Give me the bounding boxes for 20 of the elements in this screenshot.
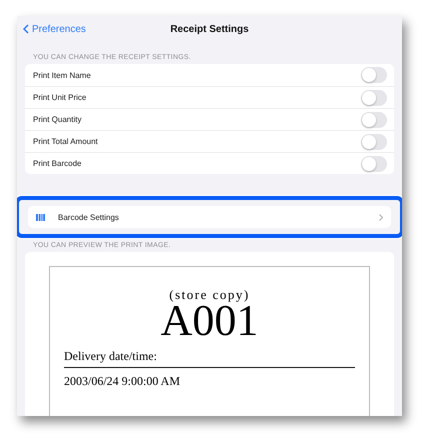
toggle-switch[interactable] bbox=[361, 67, 387, 83]
chevron-left-icon bbox=[23, 24, 29, 34]
field-value: 2003/06/24 9:00:00 AM bbox=[64, 374, 182, 389]
copy-label: (store copy) bbox=[168, 289, 251, 301]
chevron-right-icon bbox=[379, 214, 383, 220]
toggle-switch[interactable] bbox=[361, 112, 387, 128]
setting-label: Print Item Name bbox=[33, 70, 91, 80]
setting-label: Print Quantity bbox=[33, 115, 82, 124]
toggle-switch[interactable] bbox=[361, 156, 387, 172]
toggle-switch[interactable] bbox=[361, 90, 387, 106]
setting-label: Print Barcode bbox=[33, 159, 82, 168]
receipt-number: A001 bbox=[160, 301, 260, 341]
field-label: Delivery date/time: bbox=[64, 349, 355, 368]
setting-label: Print Total Amount bbox=[33, 137, 98, 146]
setting-label: Print Unit Price bbox=[33, 93, 86, 102]
back-link[interactable]: Preferences bbox=[23, 24, 86, 34]
screen-title: Receipt Settings bbox=[170, 24, 249, 34]
toggle-switch[interactable] bbox=[361, 134, 387, 150]
barcode-settings-row[interactable]: Barcode Settings bbox=[28, 206, 391, 228]
barcode-icon bbox=[36, 214, 45, 220]
